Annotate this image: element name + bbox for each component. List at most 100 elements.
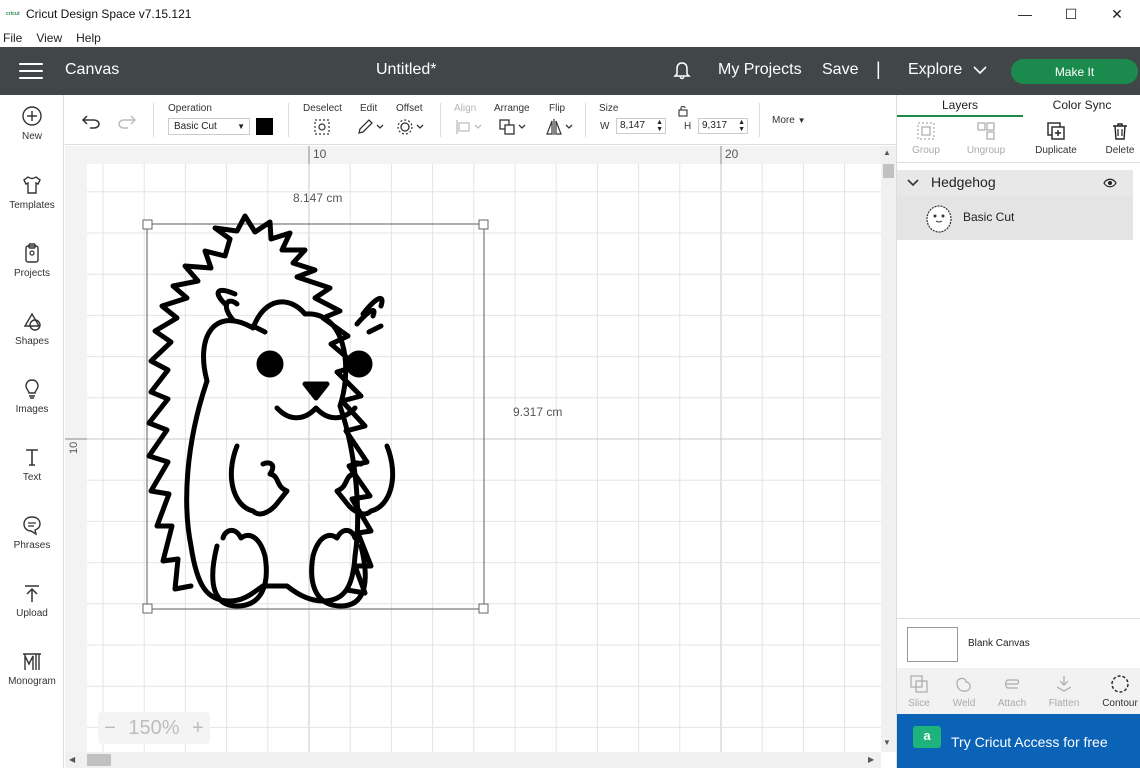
color-swatch[interactable] xyxy=(256,118,273,135)
nav-label: Text xyxy=(22,472,42,483)
chevron-down-icon[interactable] xyxy=(972,64,988,76)
zoom-in-button[interactable]: + xyxy=(192,717,204,740)
redo-icon[interactable] xyxy=(117,113,137,129)
cricut-access-banner[interactable]: a Try Cricut Access for free xyxy=(897,714,1140,768)
nav-label: Templates xyxy=(9,200,55,211)
explore-link[interactable]: Explore xyxy=(908,61,962,79)
operation-select[interactable]: Basic Cut ▼ xyxy=(168,118,250,135)
layer-row[interactable]: Basic Cut xyxy=(897,196,1133,240)
unlock-icon[interactable] xyxy=(677,105,689,117)
my-projects-link[interactable]: My Projects xyxy=(718,61,802,79)
zoom-level: 150% xyxy=(128,716,180,739)
ruler-label-20: 20 xyxy=(725,147,739,161)
chevron-down-icon[interactable] xyxy=(907,178,919,188)
maximize-button[interactable]: ☐ xyxy=(1048,0,1094,28)
align-icon[interactable] xyxy=(454,118,482,136)
tab-layers[interactable]: Layers xyxy=(897,95,1023,117)
layer-group-row[interactable]: Hedgehog xyxy=(897,170,1133,196)
blank-canvas-swatch[interactable] xyxy=(907,627,958,662)
hedgehog-thumbnail xyxy=(926,205,952,233)
contour-button[interactable]: Contour xyxy=(1091,674,1140,709)
weld-label: Weld xyxy=(952,698,976,709)
scroll-right-icon[interactable]: ▶ xyxy=(868,755,874,764)
toolbar-divider xyxy=(440,103,441,137)
scroll-up-icon[interactable]: ▲ xyxy=(883,148,891,157)
menu-file[interactable]: File xyxy=(3,31,22,45)
nav-label: Shapes xyxy=(15,336,49,347)
height-input[interactable]: 9,317 ▲ ▼ xyxy=(698,118,748,134)
nav-label: Upload xyxy=(16,608,48,619)
flatten-button[interactable]: Flatten xyxy=(1035,674,1093,709)
shirt-icon xyxy=(23,176,41,194)
group-button[interactable]: Group xyxy=(897,121,955,156)
blank-canvas-label: Blank Canvas xyxy=(968,638,1030,649)
ungroup-button[interactable]: Ungroup xyxy=(957,121,1015,156)
make-it-button[interactable]: Make It xyxy=(1011,59,1138,84)
horizontal-scrollbar[interactable]: ◀ ▶ xyxy=(65,752,881,768)
edit-label: Edit xyxy=(360,103,378,114)
offset-icon[interactable] xyxy=(396,118,424,136)
scroll-left-icon[interactable]: ◀ xyxy=(69,755,75,764)
nav-label: Images xyxy=(15,404,49,415)
flip-icon[interactable] xyxy=(545,118,573,136)
title-bar: cricut Cricut Design Space v7.15.121 — ☐… xyxy=(0,0,1140,28)
nav-shapes[interactable]: Shapes xyxy=(0,310,64,370)
shapes-icon xyxy=(23,312,41,331)
scroll-down-icon[interactable]: ▼ xyxy=(883,738,891,747)
deselect-icon[interactable] xyxy=(313,118,331,136)
arrange-icon[interactable] xyxy=(498,118,526,136)
weld-icon xyxy=(956,677,971,692)
bell-icon[interactable] xyxy=(672,61,692,81)
group-icon xyxy=(917,122,935,140)
nav-templates[interactable]: Templates xyxy=(0,174,64,234)
group-label: Group xyxy=(912,145,940,156)
app-icon: cricut xyxy=(6,11,20,17)
menu-help[interactable]: Help xyxy=(76,31,101,45)
nav-phrases[interactable]: Phrases xyxy=(0,514,64,574)
width-label: W xyxy=(600,121,610,132)
close-button[interactable]: ✕ xyxy=(1094,0,1140,28)
menu-view[interactable]: View xyxy=(36,31,62,45)
vertical-scrollbar[interactable]: ▲ ▼ xyxy=(881,146,896,752)
stepper-icon[interactable]: ▲ ▼ xyxy=(738,119,745,133)
design-canvas[interactable]: 10 20 10 8.147 cm 9.317 cm − 150% + xyxy=(65,146,881,752)
duplicate-icon xyxy=(1047,122,1065,140)
nav-text[interactable]: Text xyxy=(0,446,64,506)
more-label: More xyxy=(772,115,795,126)
save-link[interactable]: Save xyxy=(822,61,858,79)
toolbar-divider xyxy=(585,103,586,137)
ruler-label-left-10: 10 xyxy=(68,442,80,454)
eye-icon[interactable] xyxy=(1103,178,1117,188)
height-value: 9,317 xyxy=(702,120,728,131)
layer-name: Basic Cut xyxy=(963,210,1015,224)
nav-upload[interactable]: Upload xyxy=(0,582,64,642)
nav-images[interactable]: Images xyxy=(0,378,64,438)
pencil-icon[interactable] xyxy=(356,118,384,136)
align-label: Align xyxy=(454,103,477,114)
flatten-label: Flatten xyxy=(1048,698,1080,709)
width-input[interactable]: 8,147 ▲ ▼ xyxy=(616,118,666,134)
height-readout: 9.317 cm xyxy=(513,405,562,419)
hamburger-menu-icon[interactable] xyxy=(19,63,43,79)
attach-button[interactable]: Attach xyxy=(983,674,1041,709)
more-button[interactable]: More ▼ xyxy=(772,115,806,126)
stepper-icon[interactable]: ▲ ▼ xyxy=(656,119,663,133)
ungroup-label: Ungroup xyxy=(966,145,1006,156)
duplicate-button[interactable]: Duplicate xyxy=(1027,121,1085,156)
zoom-control: − 150% + xyxy=(98,712,210,744)
nav-label: Projects xyxy=(13,268,51,279)
group-name: Hedgehog xyxy=(931,174,996,190)
undo-icon[interactable] xyxy=(81,113,101,129)
delete-button[interactable]: Delete xyxy=(1091,121,1140,156)
nav-new[interactable]: New xyxy=(0,105,64,165)
tab-color-sync[interactable]: Color Sync xyxy=(1023,95,1140,117)
scroll-thumb[interactable] xyxy=(883,164,894,178)
toolbar-divider xyxy=(759,103,760,137)
nav-label: Monogram xyxy=(8,676,56,687)
minimize-button[interactable]: — xyxy=(1002,0,1048,28)
blank-canvas-row[interactable]: Blank Canvas xyxy=(897,618,1140,668)
nav-projects[interactable]: Projects xyxy=(0,242,64,302)
scroll-thumb[interactable] xyxy=(87,754,111,766)
zoom-out-button[interactable]: − xyxy=(104,717,116,740)
nav-monogram[interactable]: Monogram xyxy=(0,650,64,710)
